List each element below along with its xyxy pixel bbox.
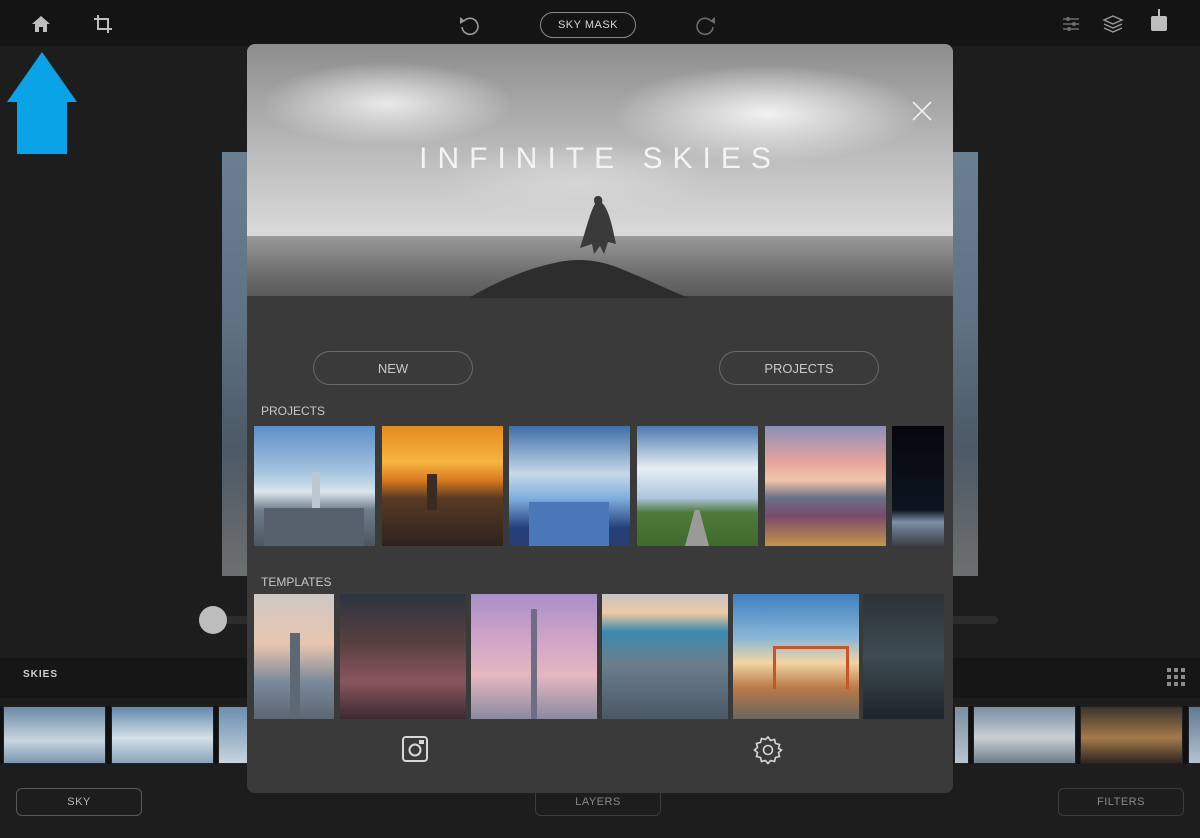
sky-thumb[interactable] — [973, 706, 1076, 764]
settings-gear-icon[interactable] — [753, 735, 783, 765]
sky-thumb[interactable] — [1188, 706, 1200, 764]
hero-title: INFINITE SKIES — [419, 142, 781, 175]
new-button[interactable]: NEW — [313, 351, 473, 385]
share-icon[interactable] — [1147, 8, 1171, 32]
annotation-arrow — [7, 52, 77, 154]
project-thumb[interactable] — [509, 426, 630, 546]
sky-thumb[interactable] — [1080, 706, 1183, 764]
sky-thumb[interactable] — [111, 706, 214, 764]
template-thumb[interactable] — [602, 594, 728, 719]
sky-mask-button[interactable]: SKY MASK — [540, 12, 636, 38]
home-icon[interactable] — [29, 12, 53, 36]
crop-icon[interactable] — [91, 12, 115, 36]
slider-thumb[interactable] — [199, 606, 227, 634]
sliders-icon[interactable] — [1059, 12, 1083, 36]
project-thumb[interactable] — [765, 426, 886, 546]
hero-rock — [469, 250, 689, 298]
project-thumb[interactable] — [254, 426, 375, 546]
templates-section-label: TEMPLATES — [261, 575, 332, 589]
template-thumb[interactable] — [863, 594, 944, 719]
template-thumb[interactable] — [733, 594, 859, 719]
close-icon[interactable] — [911, 100, 933, 122]
instagram-icon[interactable] — [402, 736, 428, 762]
project-thumb[interactable] — [637, 426, 758, 546]
projects-button[interactable]: PROJECTS — [719, 351, 879, 385]
template-thumb[interactable] — [254, 594, 334, 719]
sky-thumb[interactable] — [218, 706, 250, 764]
hero-figure — [578, 194, 618, 256]
template-thumb[interactable] — [340, 594, 466, 719]
filters-button[interactable]: FILTERS — [1058, 788, 1184, 816]
sky-thumb[interactable] — [954, 706, 969, 764]
arrow-head — [7, 52, 77, 102]
top-toolbar: SKY MASK — [0, 0, 1200, 46]
grid-icon[interactable] — [1167, 668, 1185, 686]
template-thumb[interactable] — [471, 594, 597, 719]
project-thumb[interactable] — [382, 426, 503, 546]
home-modal: INFINITE SKIES NEW PROJECTS PROJECTS TEM… — [247, 44, 953, 793]
arrow-body — [17, 102, 67, 154]
projects-section-label: PROJECTS — [261, 404, 326, 418]
redo-icon[interactable] — [694, 13, 718, 37]
undo-icon[interactable] — [457, 13, 481, 37]
project-thumb[interactable] — [892, 426, 944, 546]
skies-label: SKIES — [23, 669, 59, 680]
sky-thumb[interactable] — [3, 706, 106, 764]
layers-icon[interactable] — [1101, 12, 1125, 36]
sky-button[interactable]: SKY — [16, 788, 142, 816]
